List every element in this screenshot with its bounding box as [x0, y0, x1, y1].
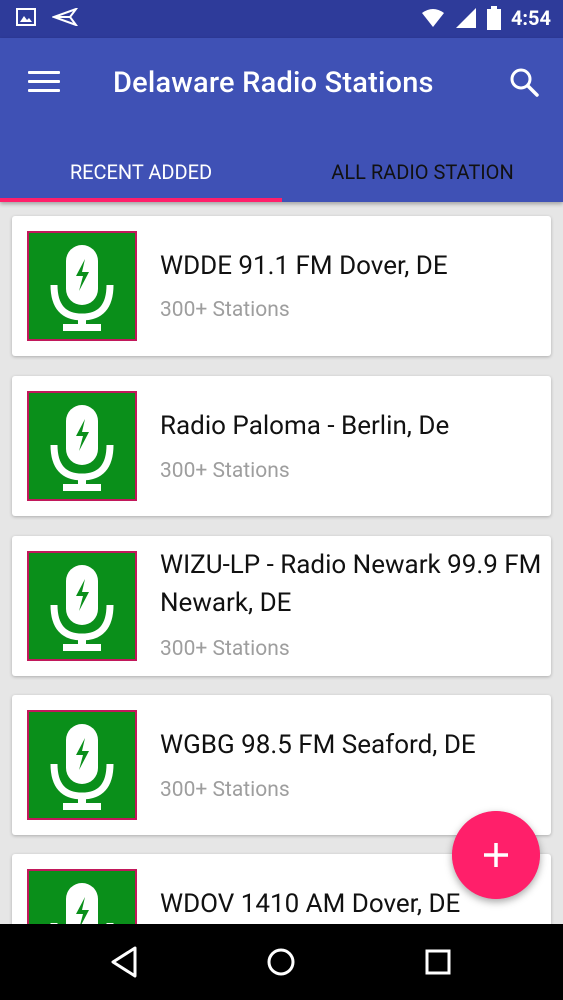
microphone-icon [27, 551, 137, 661]
tab-recent-added[interactable]: RECENT ADDED [0, 142, 282, 202]
microphone-icon [27, 710, 137, 820]
station-card[interactable]: WDDE 91.1 FM Dover, DE 300+ Stations [12, 216, 551, 356]
station-name: WDOV 1410 AM Dover, DE [160, 889, 461, 919]
station-sub: 300+ Stations [160, 298, 290, 322]
image-icon [16, 8, 36, 26]
tab-bar: RECENT ADDED ALL RADIO STATION [0, 142, 563, 202]
home-icon[interactable] [261, 942, 301, 982]
station-card[interactable]: WGBG 98.5 FM Seaford, DE 300+ Stations [12, 695, 551, 835]
microphone-icon [27, 869, 137, 924]
station-card[interactable]: WIZU-LP - Radio Newark 99.9 FM Newark, D… [12, 536, 551, 676]
station-sub: 300+ Stations [160, 778, 290, 802]
station-name: Radio Paloma - Berlin, De [160, 411, 450, 441]
status-system: 4:54 [421, 6, 551, 30]
station-name: WDDE 91.1 FM Dover, DE [160, 251, 448, 281]
recents-icon[interactable] [418, 942, 458, 982]
menu-icon[interactable] [28, 71, 60, 93]
status-time: 4:54 [510, 6, 551, 30]
send-icon [52, 8, 78, 26]
station-name: WIZU-LP - Radio Newark 99.9 FM Newark, D… [160, 550, 542, 618]
page-title: Delaware Radio Stations [113, 66, 434, 100]
status-bar: 4:54 [0, 0, 563, 38]
microphone-icon [27, 391, 137, 501]
wifi-icon [421, 9, 444, 27]
station-card[interactable]: Radio Paloma - Berlin, De 300+ Stations [12, 376, 551, 516]
back-icon[interactable] [105, 942, 145, 982]
microphone-icon [27, 231, 137, 341]
navigation-bar [0, 924, 563, 1000]
tab-all-radio-station[interactable]: ALL RADIO STATION [282, 142, 563, 202]
station-sub: 300+ Stations [160, 459, 290, 483]
app-bar: Delaware Radio Stations RECENT ADDED ALL… [0, 38, 563, 202]
station-name: WGBG 98.5 FM Seaford, DE [160, 730, 476, 760]
add-button[interactable] [452, 811, 540, 899]
status-notifications [16, 8, 78, 26]
battery-icon [486, 6, 501, 30]
search-icon[interactable] [509, 67, 539, 97]
signal-icon [455, 8, 476, 28]
station-sub: 300+ Stations [160, 637, 290, 661]
